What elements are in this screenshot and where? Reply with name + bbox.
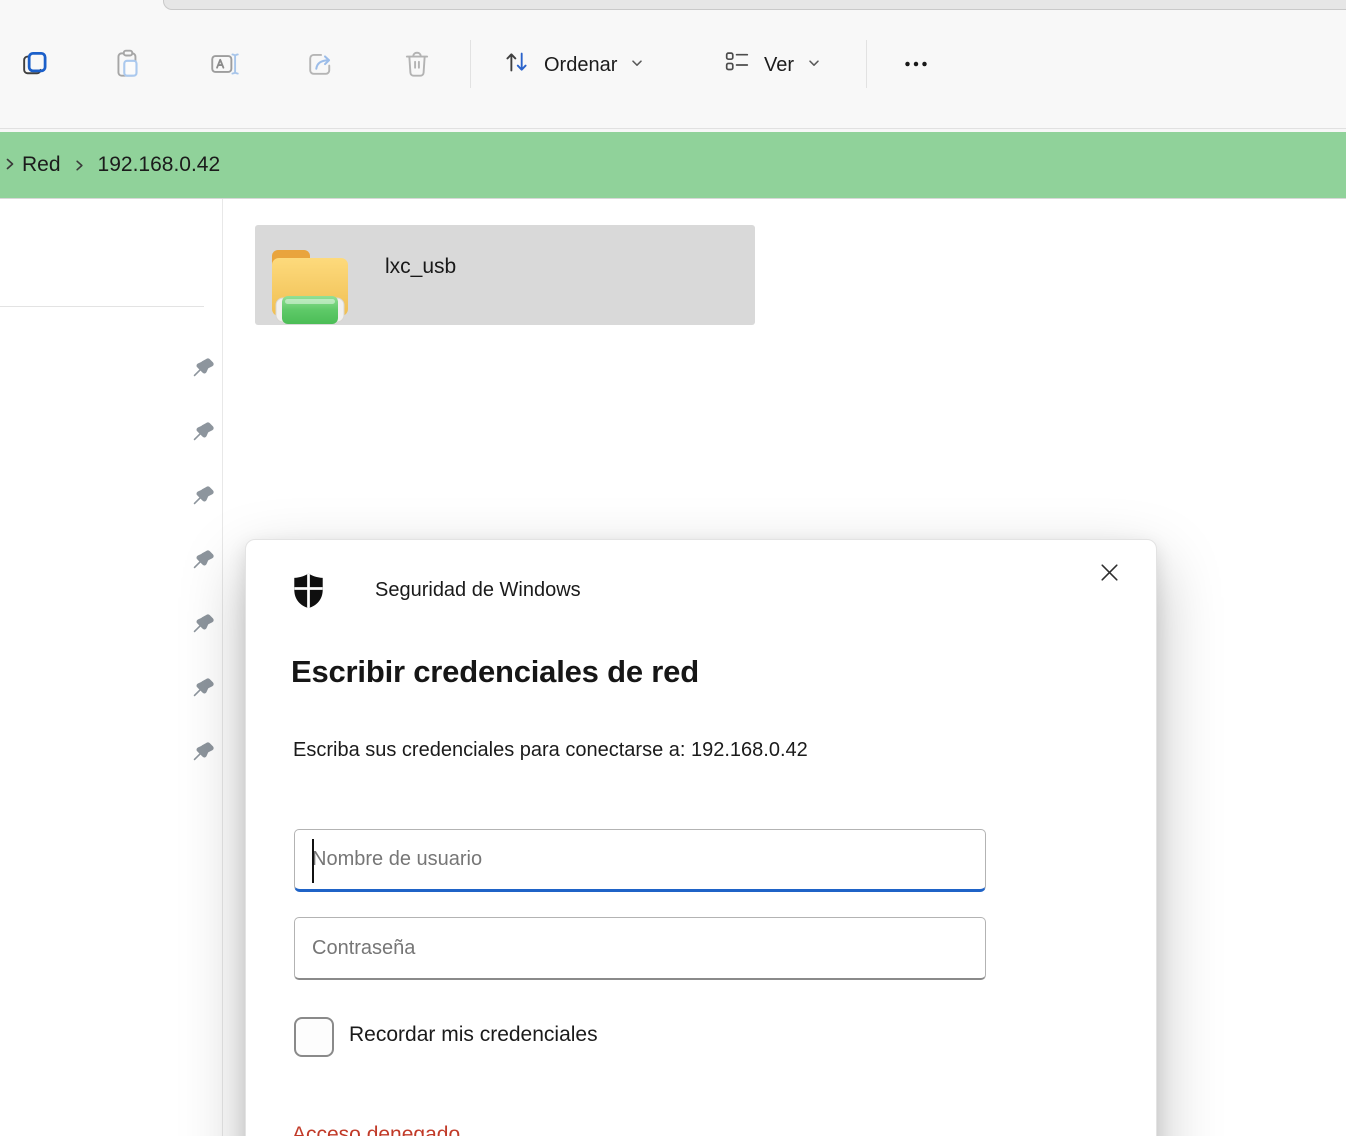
trash-icon [400,47,434,81]
nav-section-divider [0,306,204,307]
pin-icon [190,676,216,707]
file-name: lxc_usb [385,255,456,279]
pin-button[interactable] [188,740,218,770]
share-icon [303,47,337,81]
remember-checkbox[interactable] [294,1017,334,1057]
tab-strip [163,0,1346,10]
pin-button[interactable] [188,420,218,450]
pin-icon [190,484,216,515]
dialog-app-title: Seguridad de Windows [375,579,581,602]
dialog-subtitle: Escriba sus credenciales para conectarse… [293,739,808,762]
sort-menu-label: Ordenar [544,54,617,77]
folder-icon [268,238,352,331]
chevron-right-icon [2,156,18,172]
pin-icon [190,740,216,771]
chevron-down-icon [629,54,645,77]
content-area: lxc_usb Seguridad de Windows [0,199,1346,1136]
pin-button[interactable] [188,484,218,514]
close-button[interactable] [1087,553,1131,597]
pin-button[interactable] [188,356,218,386]
error-message: Acceso denegado. [292,1123,466,1136]
nav-pane-divider [222,199,223,1136]
breadcrumb-item-host[interactable]: 192.168.0.42 [96,149,223,181]
delete-button[interactable] [394,41,440,87]
pin-icon [190,356,216,387]
more-options-button[interactable] [890,41,942,87]
text-caret [312,839,314,883]
toolbar-divider [470,40,471,88]
credential-dialog: Seguridad de Windows Escribir credencial… [245,539,1157,1136]
rename-icon [208,47,242,81]
pin-button[interactable] [188,676,218,706]
paste-button[interactable] [105,41,151,87]
remember-checkbox-label: Recordar mis credenciales [349,1023,598,1047]
paste-icon [111,47,145,81]
file-tile-lxc-usb[interactable]: lxc_usb [255,225,755,325]
pin-button[interactable] [188,612,218,642]
sort-menu-button[interactable]: Ordenar [488,38,659,92]
pin-icon [190,420,216,451]
pin-button[interactable] [188,548,218,578]
pin-icon [190,612,216,643]
address-bar: Red 192.168.0.42 [0,132,1346,199]
view-menu-label: Ver [764,54,794,77]
toolbar-divider [866,40,867,88]
ellipsis-icon [899,47,933,81]
sort-icon [502,47,532,83]
view-icon [722,47,752,83]
close-icon [1097,560,1122,590]
shield-icon [293,572,324,614]
view-menu-button[interactable]: Ver [708,38,836,92]
copy-button[interactable] [12,41,58,87]
pin-icon [190,548,216,579]
toolbar: Ordenar Ver [0,0,1346,129]
username-input[interactable] [294,829,986,892]
copy-icon [18,47,52,81]
breadcrumb-item-network[interactable]: Red [20,149,63,181]
rename-button[interactable] [202,41,248,87]
dialog-title: Escribir credenciales de red [291,654,699,690]
chevron-down-icon [806,54,822,77]
chevron-right-icon [72,158,87,173]
explorer-window: Ordenar Ver [0,0,1346,1136]
password-input[interactable] [294,917,986,980]
share-button[interactable] [297,41,343,87]
